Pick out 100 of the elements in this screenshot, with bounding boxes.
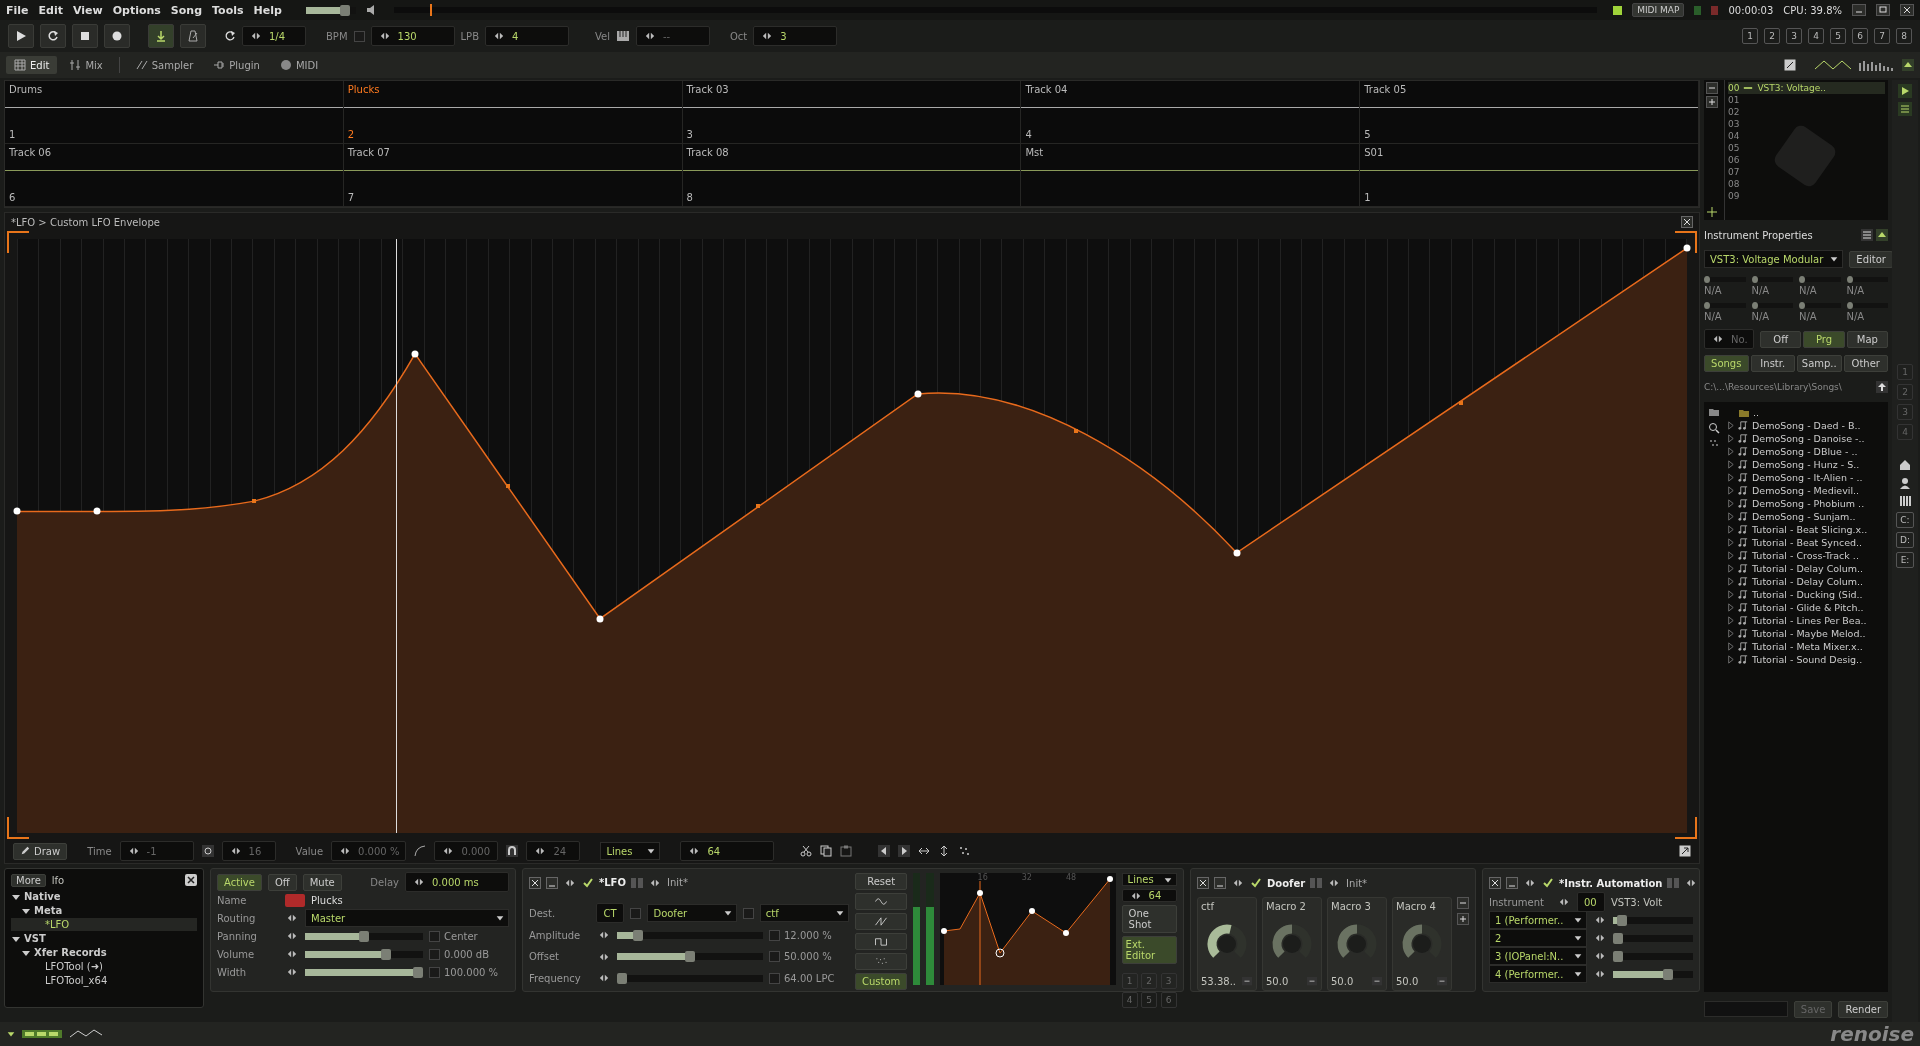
snap-icon[interactable]	[201, 845, 214, 857]
slider[interactable]	[305, 950, 423, 958]
menu-item[interactable]: Song	[170, 3, 203, 17]
close-icon[interactable]	[1489, 877, 1501, 889]
slider-thumb[interactable]	[685, 951, 695, 963]
slider[interactable]	[1799, 276, 1841, 282]
block-loop-field[interactable]: 1/4	[242, 26, 306, 46]
song-entry[interactable]: DemoSong - Phobium ..	[1726, 497, 1868, 510]
slider-thumb[interactable]	[633, 929, 644, 941]
instrument-slot[interactable]: 09	[1728, 190, 1740, 202]
stepper-arrows-icon[interactable]	[285, 931, 299, 941]
tab[interactable]: Sampler	[127, 56, 202, 74]
shape-button[interactable]	[855, 913, 908, 930]
slider[interactable]	[1704, 276, 1746, 282]
track-number-button[interactable]: 7	[1874, 28, 1890, 44]
lpb-field[interactable]: 4	[485, 26, 569, 46]
stepper-arrows-icon[interactable]	[1523, 878, 1537, 888]
destination-device-dropdown[interactable]: Doofer	[647, 904, 737, 923]
link-icon[interactable]	[1306, 976, 1318, 987]
slider-thumb[interactable]	[1613, 932, 1623, 944]
slider[interactable]	[1751, 302, 1793, 308]
stepper-arrows-icon[interactable]	[285, 913, 299, 923]
slider-thumb[interactable]	[413, 966, 423, 978]
track-header[interactable]: Track 03 3	[682, 81, 1022, 144]
track-number-button[interactable]: 5	[1830, 28, 1846, 44]
loop-button[interactable]	[40, 24, 66, 48]
instrument-slot[interactable]: 03	[1728, 118, 1740, 130]
instrument-slot[interactable]: 07	[1728, 166, 1740, 178]
song-entry[interactable]: DemoSong - It-Alien - ..	[1726, 471, 1868, 484]
menu-item[interactable]: Options	[112, 3, 161, 17]
stepper-arrows-icon[interactable]	[597, 973, 611, 984]
tab[interactable]: Songs	[1704, 354, 1749, 372]
slider-thumb[interactable]	[1616, 914, 1627, 926]
slider-thumb[interactable]	[1751, 301, 1758, 309]
slider-thumb[interactable]	[1751, 275, 1758, 283]
envelope-point[interactable]	[1233, 549, 1241, 557]
track-number-button[interactable]: 8	[1896, 28, 1912, 44]
slider[interactable]	[1799, 302, 1841, 308]
state-button[interactable]: Active	[217, 873, 262, 891]
arrow-left-icon[interactable]	[878, 845, 891, 857]
restore-icon[interactable]	[1876, 4, 1890, 16]
curve-handle[interactable]	[756, 504, 761, 509]
slider-thumb[interactable]	[1846, 301, 1853, 309]
song-entry[interactable]: Tutorial - Meta Mixer.x..	[1726, 640, 1868, 653]
checkbox[interactable]	[769, 972, 780, 984]
state-button[interactable]: Mute	[302, 873, 342, 891]
caret-icon[interactable]	[646, 846, 657, 856]
slider-thumb[interactable]	[1704, 301, 1710, 309]
mode-button[interactable]: Prg	[1803, 330, 1845, 348]
slider[interactable]	[617, 974, 763, 982]
song-entry[interactable]: DemoSong - DBlue - ..	[1726, 445, 1868, 458]
slider[interactable]	[1751, 276, 1793, 282]
arrow-right-icon[interactable]	[898, 845, 911, 857]
song-entry[interactable]: Tutorial - Cross-Track ..	[1726, 549, 1868, 562]
record-button[interactable]	[104, 24, 130, 48]
curve-handle[interactable]	[1458, 401, 1463, 405]
tab[interactable]: Mix	[61, 56, 111, 74]
drive-button[interactable]: E:	[1896, 552, 1914, 568]
parameter-dropdown[interactable]: 4 (Performer..	[1489, 965, 1587, 983]
undo-loop-icon[interactable]	[224, 30, 236, 42]
slider-thumb[interactable]	[1799, 275, 1805, 283]
keyboard-icon[interactable]	[616, 30, 630, 42]
editor-button[interactable]: Editor	[1849, 250, 1893, 268]
track-number-button[interactable]: 1	[1742, 28, 1758, 44]
clear-icon[interactable]	[185, 874, 197, 886]
instrument-slot[interactable]: 02	[1728, 106, 1740, 118]
paste-icon[interactable]	[840, 845, 853, 857]
song-entry[interactable]: Tutorial - Sound Desig..	[1726, 653, 1868, 666]
home-icon[interactable]	[1898, 458, 1912, 472]
one-shot-button[interactable]: One Shot	[1121, 905, 1177, 933]
song-entry[interactable]: DemoSong - Medievil..	[1726, 484, 1868, 497]
curve-handle[interactable]	[505, 483, 510, 488]
minimize-icon[interactable]	[1506, 877, 1518, 889]
track-header[interactable]: Track 07 7	[343, 144, 683, 207]
tree-item[interactable]: *LFO	[11, 918, 197, 931]
checkbox[interactable]	[429, 948, 440, 960]
mode-button[interactable]: Off	[1760, 330, 1802, 348]
folder-icon[interactable]	[1708, 406, 1720, 418]
pattern-matrix-icon[interactable]	[22, 1028, 62, 1040]
checkbox[interactable]	[630, 907, 642, 919]
shape-button[interactable]	[855, 893, 908, 910]
track-header[interactable]: Mst	[1021, 144, 1361, 207]
track-header[interactable]: Track 04 4	[1021, 81, 1361, 144]
resize-icon[interactable]	[1706, 206, 1718, 218]
parameter-dropdown[interactable]: 3 (IOPanel:N..	[1489, 947, 1587, 965]
draw-button[interactable]: Draw	[13, 842, 68, 860]
checkbox[interactable]	[353, 30, 365, 42]
destination-parameter-dropdown[interactable]: ctf	[759, 904, 849, 923]
parent-folder-entry[interactable]: ..	[1726, 406, 1868, 419]
render-name-field[interactable]	[1704, 1001, 1788, 1017]
envelope-point[interactable]	[411, 350, 419, 358]
envelope-point[interactable]	[1683, 244, 1691, 252]
link-icon[interactable]	[1371, 976, 1383, 987]
checkbox[interactable]	[769, 929, 780, 941]
menu-item[interactable]: File	[6, 3, 29, 17]
slider[interactable]	[1704, 302, 1746, 308]
track-number-button[interactable]: 2	[1764, 28, 1780, 44]
song-entry[interactable]: Tutorial - Lines Per Bea..	[1726, 614, 1868, 627]
play-icon[interactable]	[1898, 84, 1912, 98]
octave-field[interactable]: 3	[753, 26, 838, 46]
